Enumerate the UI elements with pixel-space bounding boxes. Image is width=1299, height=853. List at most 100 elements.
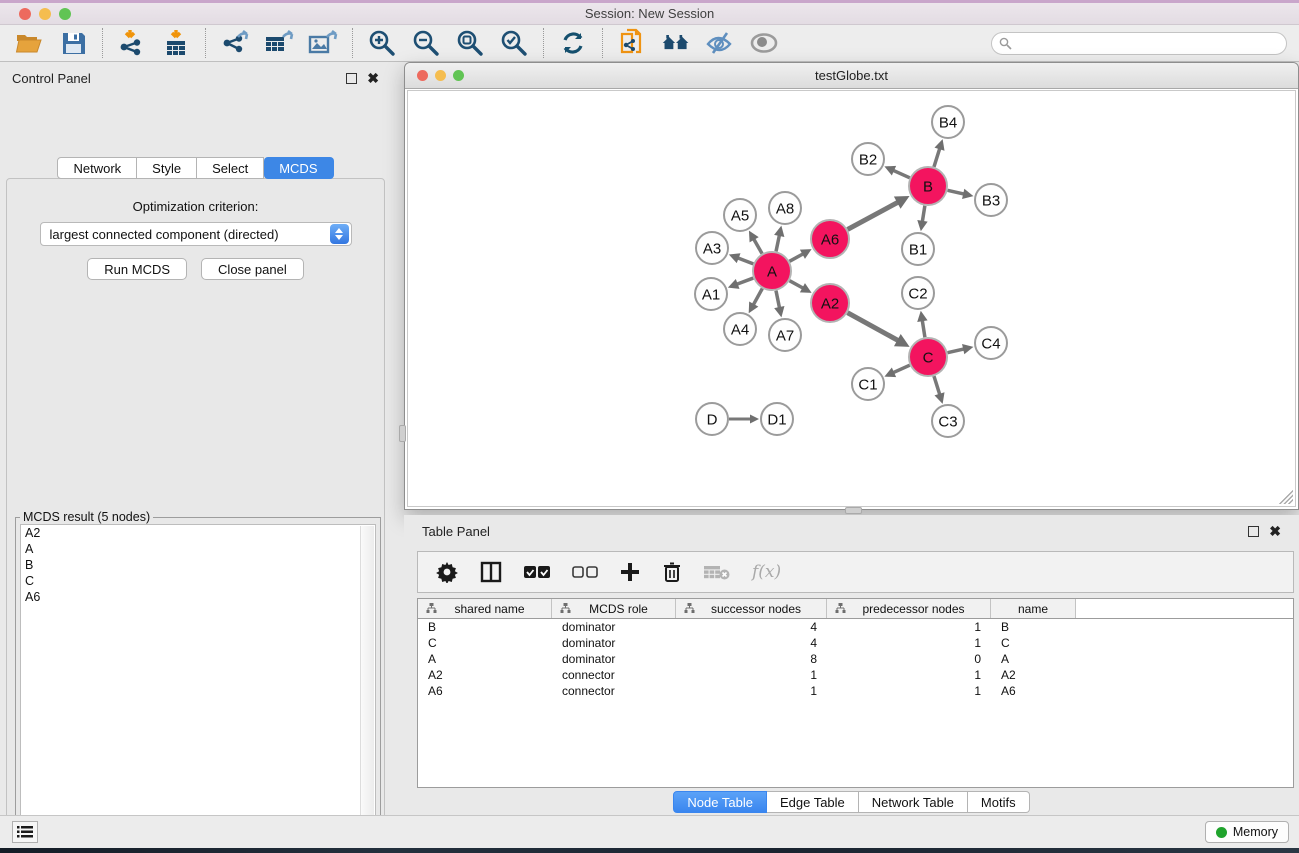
graph-node-label: C [923, 350, 934, 367]
select-all-icon[interactable] [524, 566, 550, 579]
result-scrollbar[interactable] [360, 526, 374, 852]
table-settings-icon[interactable] [436, 561, 458, 583]
column-header-name[interactable]: name [991, 599, 1076, 618]
tab-edge-table[interactable]: Edge Table [767, 791, 859, 813]
column-header-MCDS-role[interactable]: MCDS role [552, 599, 676, 618]
vertical-splitter-grip[interactable] [399, 425, 406, 442]
graph-edge-arrow [917, 220, 927, 231]
table-row[interactable]: Adominator80A [418, 651, 1293, 667]
close-table-panel-icon[interactable]: ✖ [1269, 526, 1281, 537]
search-field[interactable] [991, 32, 1287, 55]
table-cell: connector [552, 668, 676, 682]
function-builder-icon[interactable]: f(x) [752, 562, 781, 582]
graph-edge-arrow [774, 306, 784, 317]
graph-edge-A-A8[interactable] [776, 235, 779, 251]
network-canvas[interactable]: B4B2BB3A8A5A6B1A3AC2A1A2A4A7C4CC1C3DD1 [407, 90, 1296, 507]
table-row[interactable]: Cdominator41C [418, 635, 1293, 651]
export-image-icon[interactable] [308, 28, 338, 58]
hide-selected-icon[interactable] [705, 28, 735, 58]
graph-edge-C-C3[interactable] [934, 376, 940, 395]
save-session-icon[interactable] [58, 28, 88, 58]
import-network-icon[interactable] [117, 28, 147, 58]
show-all-icon[interactable] [749, 28, 779, 58]
float-table-panel-icon[interactable] [1248, 526, 1259, 537]
graph-node-label: A4 [731, 322, 749, 339]
mcds-result-title: MCDS result (5 nodes) [20, 510, 153, 524]
graph-node-label: A5 [731, 208, 749, 225]
delete-column-icon[interactable] [662, 561, 682, 583]
export-network-icon[interactable] [220, 28, 250, 58]
table-cell: C [991, 636, 1076, 650]
import-table-icon[interactable] [161, 28, 191, 58]
status-bar: Memory [0, 815, 1299, 848]
window-title: Session: New Session [0, 6, 1299, 21]
zoom-in-icon[interactable] [367, 28, 397, 58]
first-neighbors-icon[interactable] [661, 28, 691, 58]
run-mcds-button[interactable]: Run MCDS [87, 258, 187, 280]
tab-motifs[interactable]: Motifs [968, 791, 1030, 813]
tab-mcds[interactable]: MCDS [264, 157, 333, 179]
float-panel-icon[interactable] [346, 73, 357, 84]
column-header-predecessor-nodes[interactable]: predecessor nodes [827, 599, 991, 618]
graph-edge-A-A6[interactable] [790, 254, 804, 262]
graph-node-label: A [767, 264, 777, 281]
graph-edge-A-A5[interactable] [754, 239, 762, 254]
window-resize-grip[interactable] [1279, 490, 1293, 504]
column-header-shared-name[interactable]: shared name [418, 599, 552, 618]
search-container [991, 32, 1287, 55]
graph-edge-A-A7[interactable] [776, 291, 780, 308]
table-cell: dominator [552, 620, 676, 634]
network-graph: B4B2BB3A8A5A6B1A3AC2A1A2A4A7C4CC1C3DD1 [408, 91, 1296, 507]
new-network-from-selection-icon[interactable] [617, 28, 647, 58]
graph-edge-B-B2[interactable] [893, 170, 910, 178]
graph-edge-C-C2[interactable] [922, 320, 925, 337]
graph-edge-A-A4[interactable] [753, 289, 762, 305]
graph-node-label: A3 [703, 241, 721, 258]
table-row[interactable]: Bdominator41B [418, 619, 1293, 635]
horizontal-splitter-grip[interactable] [845, 507, 862, 514]
graph-edge-A-A2[interactable] [790, 281, 804, 289]
graph-edge-B-B4[interactable] [934, 148, 940, 167]
open-file-icon[interactable] [14, 28, 44, 58]
graph-edge-B-B3[interactable] [948, 190, 965, 194]
graph-edge-A2-C[interactable] [848, 313, 899, 341]
graph-edge-A-A3[interactable] [738, 258, 754, 264]
search-input[interactable] [1012, 36, 1286, 50]
table-panel: Table Panel ✖ [404, 515, 1299, 815]
graph-edge-A-A1[interactable] [737, 278, 754, 284]
table-cell: 4 [676, 636, 827, 650]
graph-edge-B-B1[interactable] [922, 206, 925, 222]
optimization-criterion-dropdown[interactable]: largest connected component (directed) [40, 222, 352, 246]
tab-network-table[interactable]: Network Table [859, 791, 968, 813]
table-row[interactable]: A2connector11A2 [418, 667, 1293, 683]
network-window-title: testGlobe.txt [405, 68, 1298, 83]
add-column-icon[interactable] [620, 562, 640, 582]
graph-edge-C-C1[interactable] [893, 365, 910, 373]
table-cell: A [991, 652, 1076, 666]
task-history-button[interactable] [12, 821, 38, 843]
node-table: shared nameMCDS rolesuccessor nodesprede… [417, 598, 1294, 788]
tab-node-table[interactable]: Node Table [673, 791, 767, 813]
destroy-table-icon[interactable] [704, 564, 730, 580]
tab-style[interactable]: Style [137, 157, 197, 179]
graph-node-label: A2 [821, 296, 839, 313]
close-panel-button[interactable]: Close panel [201, 258, 304, 280]
column-header-successor-nodes[interactable]: successor nodes [676, 599, 827, 618]
export-table-icon[interactable] [264, 28, 294, 58]
memory-button[interactable]: Memory [1205, 821, 1289, 843]
graph-edge-A6-B[interactable] [848, 202, 899, 229]
zoom-out-icon[interactable] [411, 28, 441, 58]
node-table-header: shared nameMCDS rolesuccessor nodesprede… [418, 599, 1293, 619]
tab-network[interactable]: Network [57, 157, 137, 179]
deselect-all-icon[interactable] [572, 566, 598, 579]
tab-select[interactable]: Select [197, 157, 264, 179]
table-row[interactable]: A6connector11A6 [418, 683, 1293, 699]
zoom-selected-icon[interactable] [499, 28, 529, 58]
show-columns-icon[interactable] [480, 561, 502, 583]
graph-edge-arrow [934, 139, 944, 151]
graph-node-label: A6 [821, 232, 839, 249]
apply-layout-icon[interactable] [558, 28, 588, 58]
zoom-fit-icon[interactable] [455, 28, 485, 58]
graph-edge-C-C4[interactable] [948, 349, 965, 353]
close-panel-icon[interactable]: ✖ [367, 73, 379, 84]
